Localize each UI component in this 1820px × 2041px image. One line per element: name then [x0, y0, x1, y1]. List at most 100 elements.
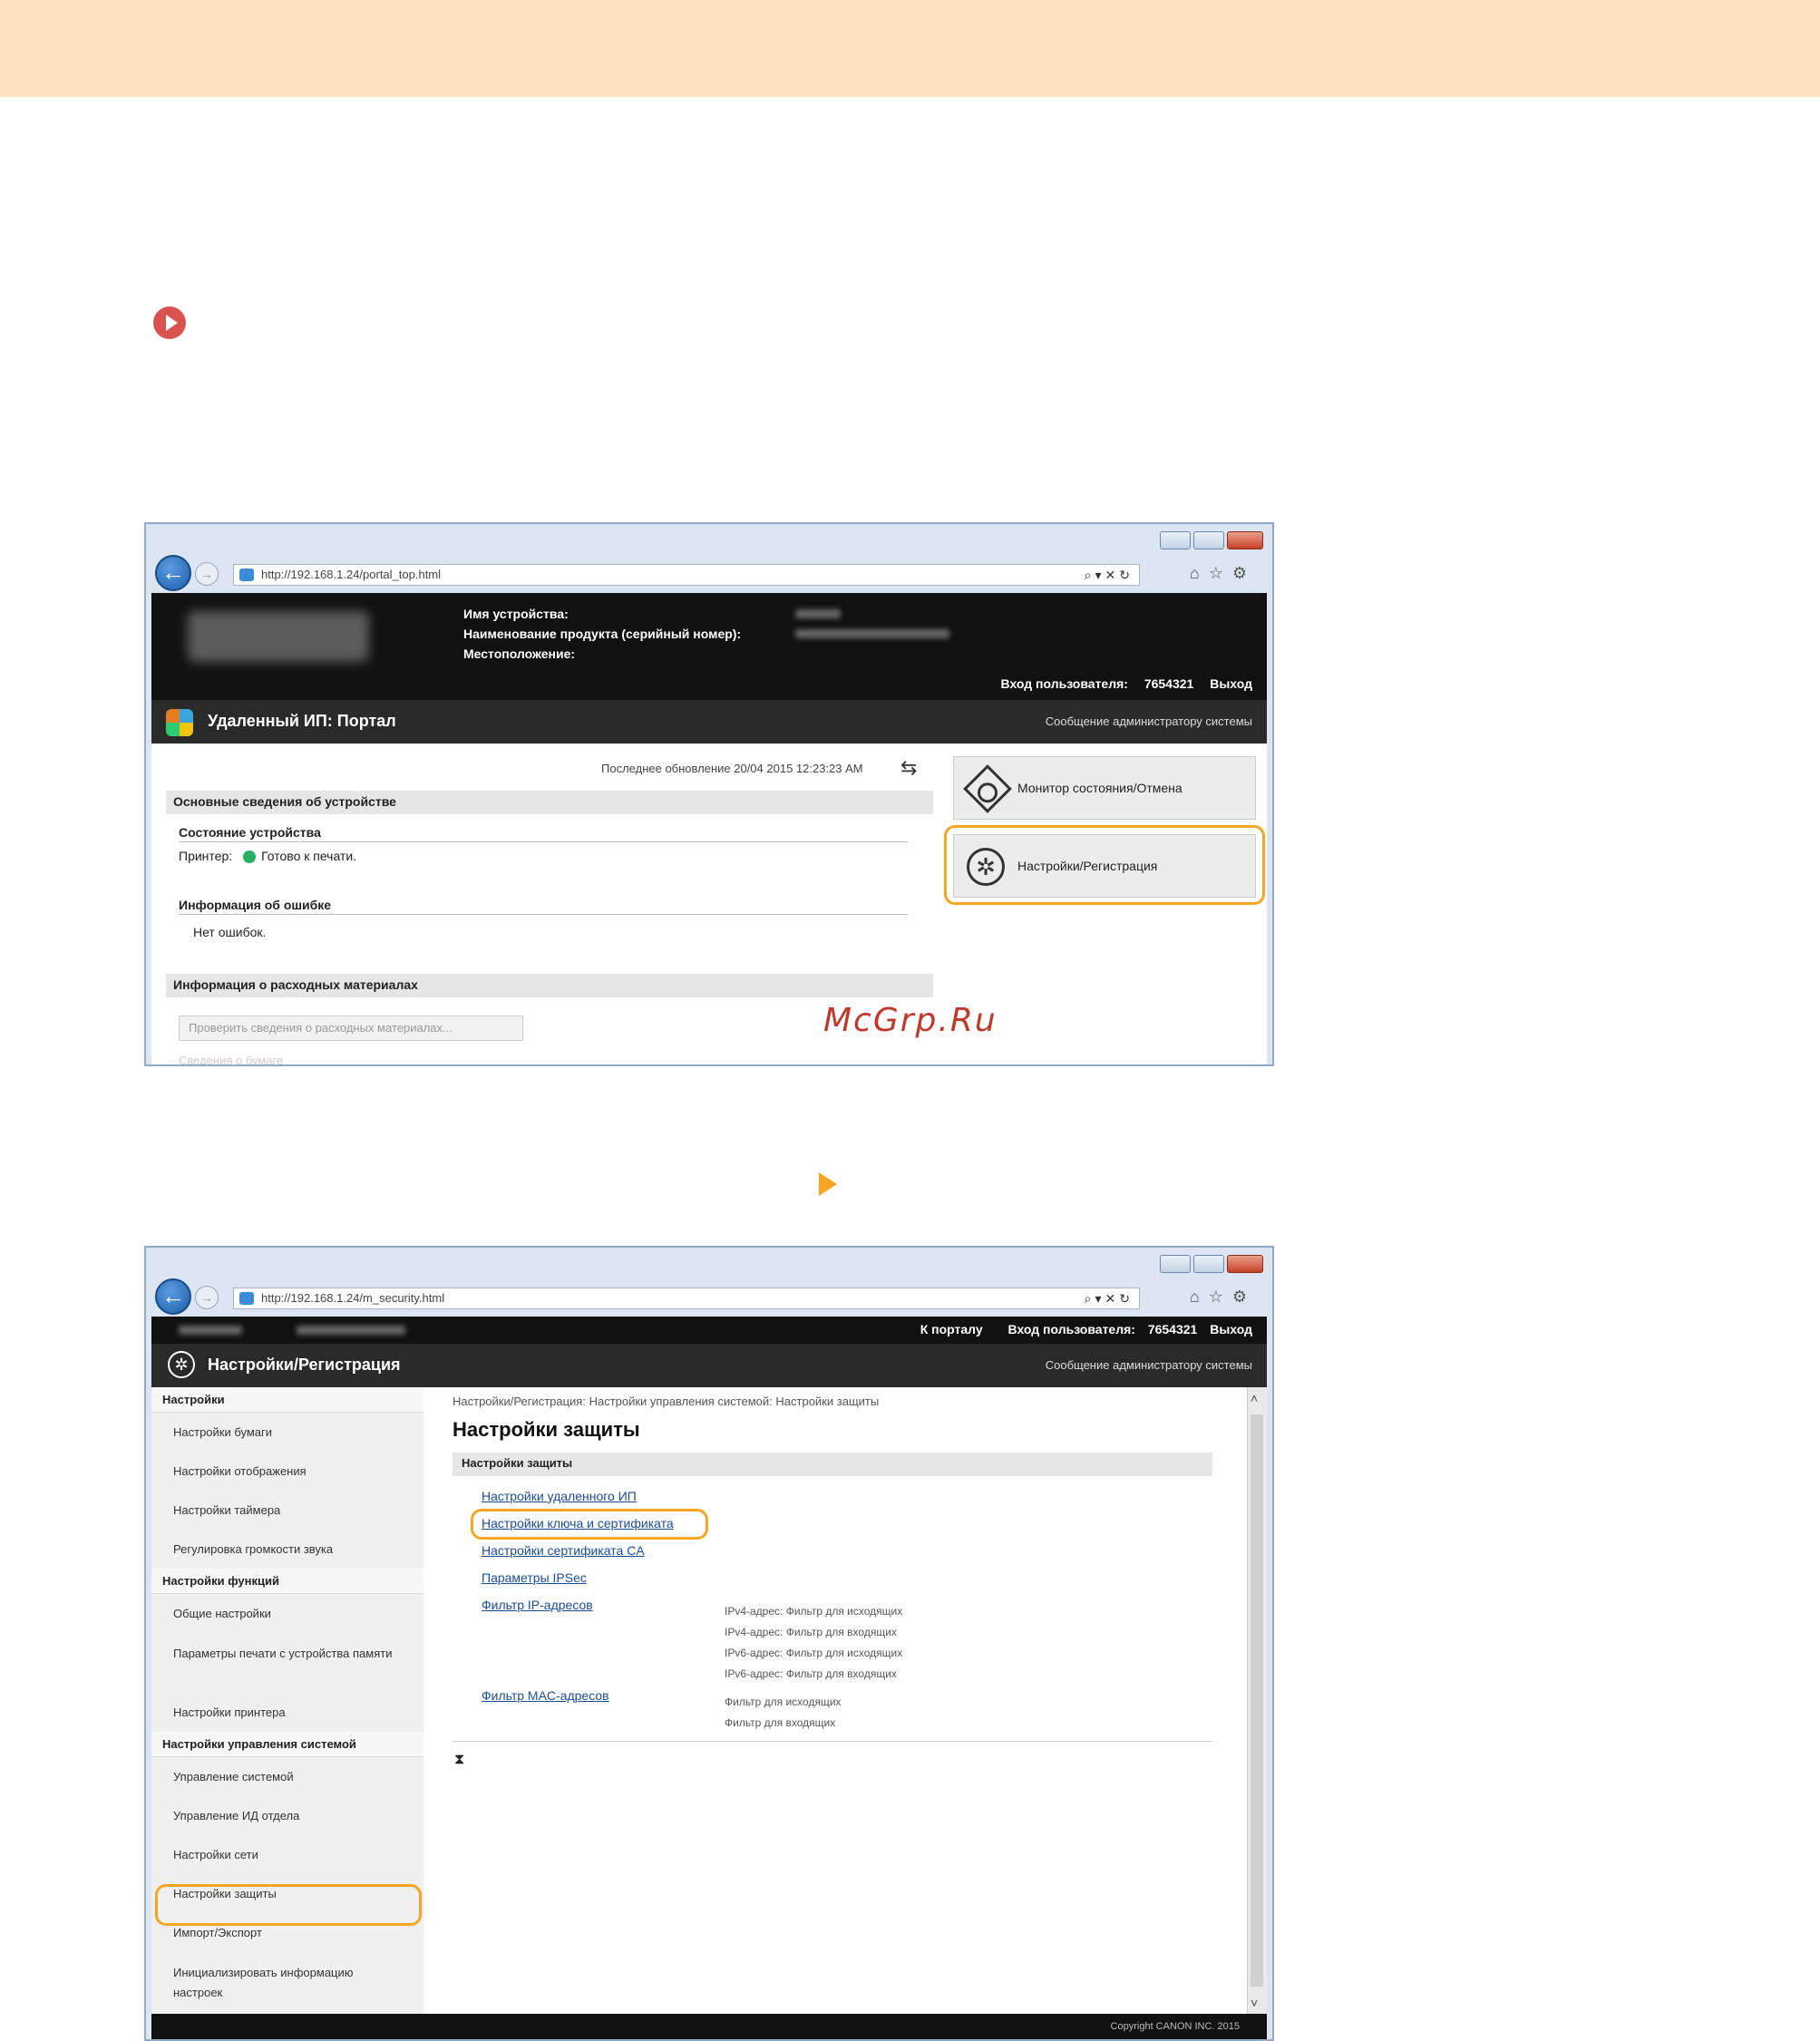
- maximize-button[interactable]: [1193, 531, 1224, 549]
- title-bar: [146, 1248, 1272, 1284]
- device-header: Имя устройства: Наименование продукта (с…: [151, 593, 1267, 700]
- product-name-blurred: [297, 1326, 405, 1335]
- login-label: Вход пользователя:: [1007, 1322, 1135, 1336]
- close-button[interactable]: [1227, 1255, 1263, 1273]
- back-arrow-icon[interactable]: ←: [155, 1278, 191, 1315]
- close-button[interactable]: [1227, 531, 1263, 549]
- search-refresh-icon[interactable]: ⌕▾✕↻: [1085, 565, 1134, 585]
- paper-info-faded: Сведения о бумаге: [179, 1054, 284, 1066]
- play-bullet-icon: [153, 306, 186, 339]
- remote-ui-settings-link[interactable]: Настройки удаленного ИП: [482, 1489, 637, 1503]
- eye-icon: [963, 764, 1012, 813]
- portal-icon: [166, 709, 193, 736]
- address-bar[interactable]: http://192.168.1.24/portal_top.html ⌕▾✕↻: [233, 564, 1140, 586]
- to-portal-link[interactable]: К порталу: [920, 1322, 983, 1336]
- sidebar-item-initialize[interactable]: Инициализировать информацию настроек: [151, 1952, 423, 2012]
- minimize-button[interactable]: [1160, 531, 1191, 549]
- mac-filter-description: Фильтр для исходящих Фильтр для входящих: [725, 1692, 842, 1734]
- sidebar-item-memory-print[interactable]: Параметры печати с устройства памяти: [151, 1633, 423, 1693]
- logout-link[interactable]: Выход: [1210, 1322, 1252, 1336]
- ipsec-link[interactable]: Параметры IPSec: [482, 1570, 587, 1585]
- canon-logo-blurred: [188, 611, 369, 662]
- watermark: McGrp.Ru: [823, 1002, 998, 1039]
- forward-arrow-icon[interactable]: →: [195, 1286, 219, 1309]
- viewport: Имя устройства: Наименование продукта (с…: [151, 593, 1267, 1064]
- sidebar-item-timer[interactable]: Настройки таймера: [151, 1491, 423, 1530]
- step-arrow-icon: [819, 1172, 837, 1196]
- nav-bar: ← → http://192.168.1.24/m_security.html …: [146, 1278, 1272, 1317]
- ip-filter-link[interactable]: Фильтр IP-адресов: [482, 1598, 593, 1612]
- sidebar-item-printer[interactable]: Настройки принтера: [151, 1693, 423, 1732]
- viewport: К порталу Вход пользователя: 7654321 Вых…: [151, 1317, 1267, 2039]
- sidebar-item-system-management[interactable]: Управление системой: [151, 1757, 423, 1796]
- top-band: [0, 0, 1820, 97]
- search-refresh-icon[interactable]: ⌕▾✕↻: [1085, 1288, 1134, 1308]
- status-monitor-button[interactable]: Монитор состояния/Отмена: [953, 756, 1256, 820]
- ip-filter-desc-line: IPv4-адрес: Фильтр для исходящих: [725, 1605, 903, 1618]
- status-monitor-label: Монитор состояния/Отмена: [1017, 781, 1183, 795]
- device-name-blurred: [179, 1326, 242, 1335]
- printer-status-line: Принтер: Готово к печати.: [179, 849, 356, 864]
- consumables-bar: Информация о расходных материалах: [166, 974, 933, 997]
- page: ← → http://192.168.1.24/portal_top.html …: [0, 0, 1820, 2041]
- sidebar-item-paper[interactable]: Настройки бумаги: [151, 1413, 423, 1452]
- sidebar-item-network[interactable]: Настройки сети: [151, 1835, 423, 1874]
- logout-link[interactable]: Выход: [1210, 676, 1252, 691]
- nav-bar: ← → http://192.168.1.24/portal_top.html …: [146, 555, 1272, 593]
- page-header: ✲ Настройки/Регистрация Сообщение админи…: [151, 1344, 1267, 1387]
- mac-filter-desc-line: Фильтр для входящих: [725, 1716, 836, 1729]
- sidebar-item-general[interactable]: Общие настройки: [151, 1594, 423, 1633]
- home-star-gear-icon[interactable]: ⌂☆⚙: [1190, 564, 1256, 583]
- ip-filter-desc-line: IPv6-адрес: Фильтр для входящих: [725, 1667, 897, 1680]
- sidebar-item-dept-id[interactable]: Управление ИД отдела: [151, 1796, 423, 1835]
- refresh-icon[interactable]: ⇆: [900, 756, 917, 780]
- admin-message-link[interactable]: Сообщение администратору системы: [1046, 714, 1252, 728]
- device-status-title: Состояние устройства: [179, 825, 908, 842]
- breadcrumb: Настройки/Регистрация: Настройки управле…: [453, 1395, 880, 1408]
- browser-window-portal: ← → http://192.168.1.24/portal_top.html …: [144, 522, 1274, 1066]
- footer: Copyright CANON INC. 2015: [151, 2014, 1267, 2039]
- maximize-button[interactable]: [1193, 1255, 1224, 1273]
- home-star-gear-icon[interactable]: ⌂☆⚙: [1190, 1288, 1256, 1307]
- main-heading: Настройки защиты: [453, 1418, 640, 1441]
- product-name-blurred: [795, 629, 949, 638]
- separator: [453, 1741, 1212, 1742]
- ca-cert-settings-link[interactable]: Настройки сертификата CA: [482, 1543, 645, 1558]
- browser-window-security: ← → http://192.168.1.24/m_security.html …: [144, 1246, 1274, 2041]
- sidebar-item-display[interactable]: Настройки отображения: [151, 1452, 423, 1491]
- ip-filter-desc-line: IPv6-адрес: Фильтр для исходящих: [725, 1647, 903, 1659]
- admin-message-link[interactable]: Сообщение администратору системы: [1046, 1358, 1252, 1372]
- sidebar-item-volume[interactable]: Регулировка громкости звука: [151, 1530, 423, 1569]
- login-id: 7654321: [1144, 676, 1194, 691]
- device-name-blurred: [795, 609, 841, 618]
- highlight-settings-button: [944, 825, 1265, 905]
- back-arrow-icon[interactable]: ←: [155, 555, 191, 591]
- ip-filter-description: IPv4-адрес: Фильтр для исходящих IPv4-ад…: [725, 1601, 902, 1685]
- page-header: Удаленный ИП: Портал Сообщение администр…: [151, 700, 1267, 744]
- mac-filter-desc-line: Фильтр для исходящих: [725, 1696, 842, 1708]
- forward-arrow-icon[interactable]: →: [195, 562, 219, 586]
- minimize-button[interactable]: [1160, 1255, 1191, 1273]
- address-bar[interactable]: http://192.168.1.24/m_security.html ⌕▾✕↻: [233, 1288, 1140, 1309]
- ready-status-icon: [243, 850, 257, 864]
- check-consumables-button[interactable]: Проверить сведения о расходных материала…: [179, 1016, 523, 1041]
- product-name-label: Наименование продукта (серийный номер):: [463, 627, 742, 641]
- vertical-scrollbar[interactable]: ˄ ˅: [1247, 1387, 1267, 2014]
- sidebar-section-functions: Настройки функций: [151, 1569, 423, 1594]
- main-content: Настройки/Регистрация: Настройки управле…: [443, 1387, 1247, 2014]
- page-title: Настройки/Регистрация: [208, 1356, 401, 1374]
- scroll-down-icon[interactable]: ˅: [1251, 1996, 1258, 2010]
- highlight-security-item: [155, 1884, 422, 1926]
- scroll-up-icon[interactable]: ˄: [1251, 1391, 1258, 1405]
- portal-body: Последнее обновление 20/04 2015 12:23:23…: [151, 744, 1267, 1066]
- location-label: Местоположение:: [463, 646, 576, 661]
- ie-page-icon: [239, 569, 254, 581]
- ip-filter-desc-line: IPv4-адрес: Фильтр для входящих: [725, 1626, 897, 1638]
- mac-filter-link[interactable]: Фильтр MAC-адресов: [482, 1688, 609, 1703]
- to-top-icon[interactable]: ⧗: [454, 1752, 464, 1768]
- printer-label: Принтер:: [179, 849, 233, 863]
- sidebar-section-settings: Настройки: [151, 1387, 423, 1413]
- address-url: http://192.168.1.24/portal_top.html: [261, 568, 442, 581]
- scroll-thumb[interactable]: [1251, 1414, 1263, 1987]
- title-bar: [146, 524, 1272, 560]
